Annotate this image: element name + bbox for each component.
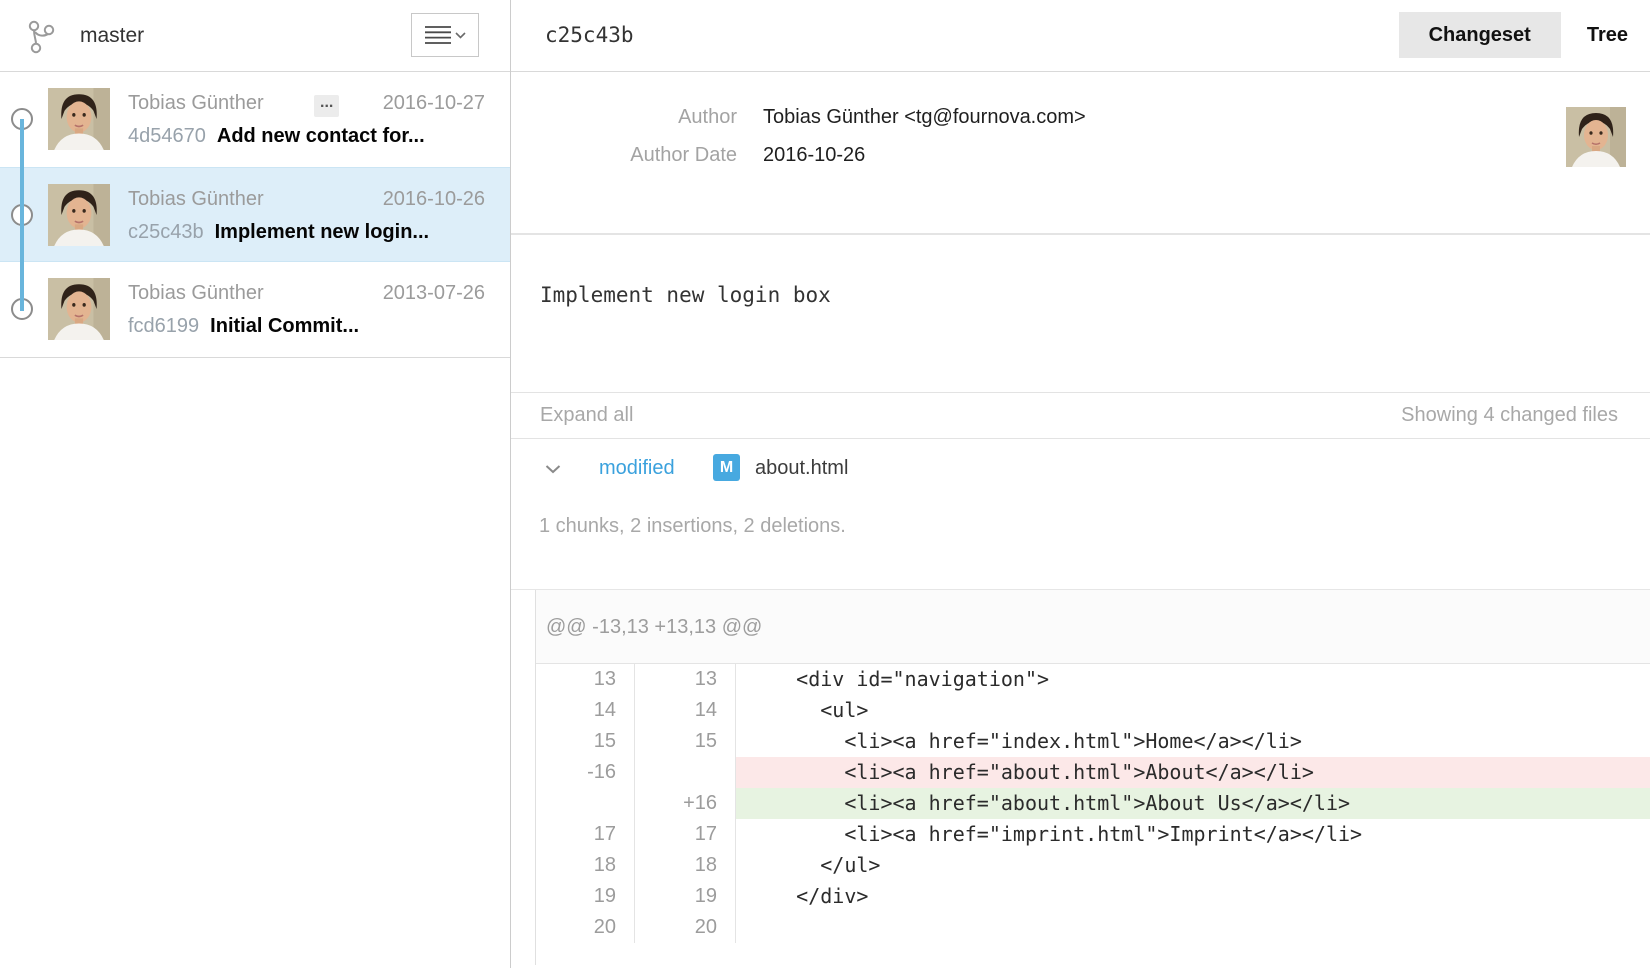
changed-files-count: Showing 4 changed files — [1401, 404, 1618, 427]
code-line: </div> — [736, 881, 1650, 912]
new-line-number — [635, 757, 736, 788]
code-line — [736, 912, 1650, 943]
history-options-button[interactable] — [411, 13, 479, 57]
commit-message: Add new contact for... — [217, 125, 425, 147]
author-date-label: Author Date — [511, 144, 737, 167]
commit-list-divider — [0, 357, 510, 358]
new-line-number: 17 — [635, 819, 736, 850]
avatar — [48, 278, 110, 340]
commit-row-c25c43b-selected[interactable]: Tobias Günther 2016-10-26 c25c43b Impleme… — [0, 167, 510, 262]
commit-row-fcd6199[interactable]: Tobias Günther 2013-07-26 fcd6199 Initial… — [0, 262, 510, 357]
old-line-number: 19 — [536, 881, 635, 912]
chevron-down-icon — [455, 32, 466, 39]
code-line: <div id="navigation"> — [736, 664, 1650, 695]
commit-summary: 4d54670 Add new contact for... — [128, 125, 425, 148]
list-options-icon — [425, 24, 451, 46]
changed-files-bar: Expand all Showing 4 changed files — [511, 393, 1650, 439]
new-line-number: 20 — [635, 912, 736, 943]
author-avatar — [1566, 105, 1626, 169]
ellipsis-badge: ... — [314, 95, 339, 117]
commit-message-section: Implement new login box — [511, 235, 1650, 393]
commit-hash: c25c43b — [128, 221, 204, 243]
code-line: </ul> — [736, 850, 1650, 881]
diff-line-context: 13 13 <div id="navigation"> — [536, 664, 1650, 695]
old-line-number: -16 — [536, 757, 635, 788]
avatar — [48, 88, 110, 150]
commit-date: 2016-10-27 — [383, 92, 485, 115]
file-name[interactable]: about.html — [755, 457, 848, 480]
code-line: <li><a href="about.html">About Us</a></l… — [736, 788, 1650, 819]
expand-all-link[interactable]: Expand all — [540, 404, 633, 427]
collapse-chevron-icon[interactable] — [545, 465, 561, 474]
graph-edge — [20, 119, 24, 311]
commit-summary: fcd6199 Initial Commit... — [128, 315, 359, 338]
commit-author: Tobias Günther — [128, 282, 264, 305]
old-line-number: 18 — [536, 850, 635, 881]
new-line-number: 14 — [635, 695, 736, 726]
diff-line-deleted: -16 <li><a href="about.html">About</a></… — [536, 757, 1650, 788]
commit-message-full: Implement new login box — [540, 283, 831, 307]
new-line-number: 13 — [635, 664, 736, 695]
branch-header: master — [0, 0, 510, 72]
old-line-number: 15 — [536, 726, 635, 757]
code-line: <li><a href="index.html">Home</a></li> — [736, 726, 1650, 757]
commit-id-title: c25c43b — [545, 0, 634, 71]
detail-tabs: Changeset Tree — [1399, 12, 1650, 58]
author-value: Tobias Günther <tg@fournova.com> — [763, 106, 1086, 129]
diff-line-context: 19 19 </div> — [536, 881, 1650, 912]
code-line: <ul> — [736, 695, 1650, 726]
chunk-range-label: @@ -13,13 +13,13 @@ — [536, 590, 1650, 639]
commit-date: 2016-10-26 — [383, 188, 485, 211]
commit-message: Implement new login... — [215, 221, 429, 243]
diff-line-context: 18 18 </ul> — [536, 850, 1650, 881]
current-branch-label: master — [80, 0, 144, 71]
author-label: Author — [511, 106, 737, 129]
commit-message: Initial Commit... — [210, 315, 359, 337]
old-line-number — [536, 788, 635, 819]
detail-header: c25c43b Changeset Tree — [511, 0, 1650, 72]
new-line-number: 18 — [635, 850, 736, 881]
commit-detail-panel: c25c43b Changeset Tree Author Tobias Gün… — [511, 0, 1650, 968]
chunk-header: @@ -13,13 +13,13 @@ — [536, 590, 1650, 664]
commit-author: Tobias Günther — [128, 188, 264, 211]
diff-line-context: 15 15 <li><a href="index.html">Home</a><… — [536, 726, 1650, 757]
commit-hash: 4d54670 — [128, 125, 206, 147]
diff-line-context: 14 14 <ul> — [536, 695, 1650, 726]
new-line-number: 15 — [635, 726, 736, 757]
diff-line-context: 20 20 — [536, 912, 1650, 943]
file-diff-header-section: modified M about.html 1 chunks, 2 insert… — [511, 439, 1650, 590]
old-line-number: 17 — [536, 819, 635, 850]
code-line: <li><a href="imprint.html">Imprint</a></… — [736, 819, 1650, 850]
new-line-number: +16 — [635, 788, 736, 819]
file-status-label[interactable]: modified — [599, 457, 675, 480]
tab-tree[interactable]: Tree — [1561, 12, 1650, 58]
old-line-number: 20 — [536, 912, 635, 943]
commit-summary: c25c43b Implement new login... — [128, 221, 429, 244]
commit-row-4d54670[interactable]: Tobias Günther ... 2016-10-27 4d54670 Add… — [0, 72, 510, 167]
diff-viewer: @@ -13,13 +13,13 @@ 13 13 <div id="navig… — [535, 590, 1650, 965]
commit-hash: fcd6199 — [128, 315, 199, 337]
commit-list: Tobias Günther ... 2016-10-27 4d54670 Add… — [0, 72, 510, 358]
old-line-number: 13 — [536, 664, 635, 695]
author-date-value: 2016-10-26 — [763, 144, 865, 167]
tab-changeset[interactable]: Changeset — [1399, 12, 1561, 58]
branch-icon — [26, 19, 56, 55]
avatar — [48, 184, 110, 246]
modified-badge: M — [713, 454, 740, 481]
code-line: <li><a href="about.html">About</a></li> — [736, 757, 1650, 788]
old-line-number: 14 — [536, 695, 635, 726]
commit-meta-section: Author Tobias Günther <tg@fournova.com> … — [511, 72, 1650, 235]
diff-line-added: +16 <li><a href="about.html">About Us</a… — [536, 788, 1650, 819]
file-diff-stats: 1 chunks, 2 insertions, 2 deletions. — [539, 515, 846, 538]
new-line-number: 19 — [635, 881, 736, 912]
commit-date: 2013-07-26 — [383, 282, 485, 305]
diff-line-context: 17 17 <li><a href="imprint.html">Imprint… — [536, 819, 1650, 850]
commit-history-sidebar: master Tobias Günther ... 2016-10-27 — [0, 0, 511, 968]
commit-author: Tobias Günther — [128, 92, 264, 115]
